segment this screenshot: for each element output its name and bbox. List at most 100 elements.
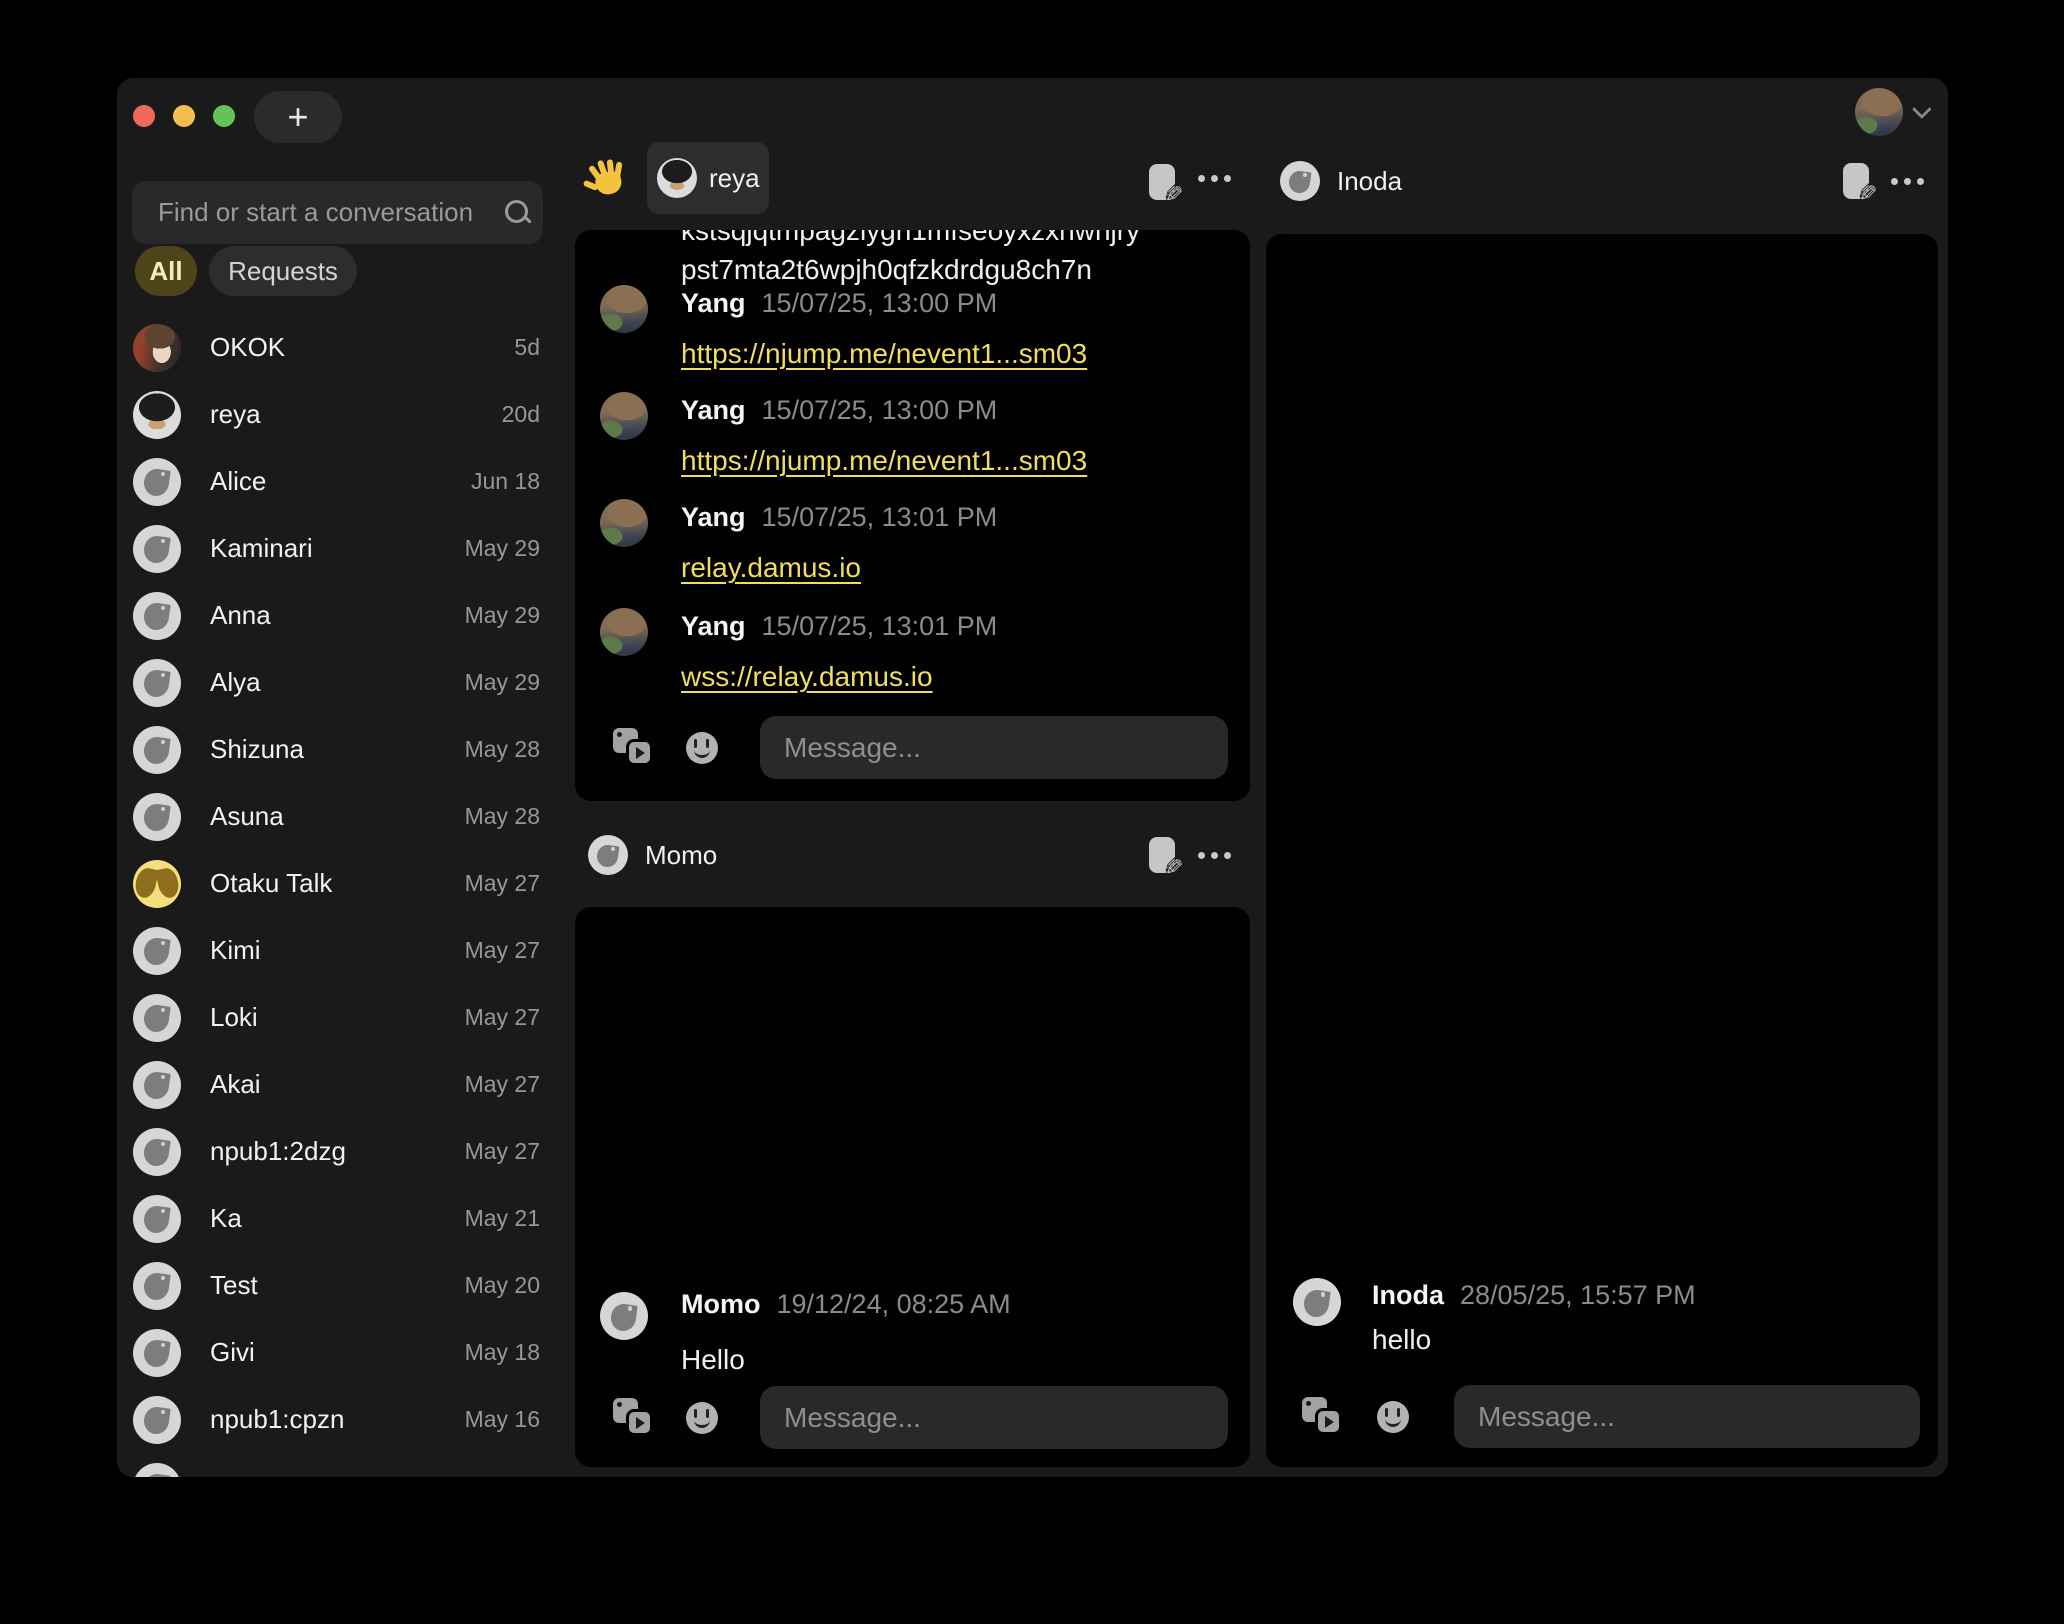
inoda-message-input[interactable] [1454, 1401, 1920, 1433]
reya-composer [575, 716, 1250, 779]
conversation-avatar [133, 927, 181, 975]
conversation-row[interactable]: Kimi May 27 [117, 917, 574, 984]
conversation-name: Shizuna [210, 734, 465, 765]
conversation-date: 5d [514, 334, 540, 361]
message-link[interactable]: wss://relay.damus.io [681, 661, 933, 692]
momo-more-icon[interactable] [1211, 852, 1218, 859]
conversation-row[interactable]: Alya May 29 [117, 649, 574, 716]
emoji-picker-icon[interactable] [1377, 1401, 1409, 1433]
message-author: Yang [681, 611, 746, 641]
message-group: Yang15/07/25, 13:00 PM https://njump.me/… [575, 287, 1250, 387]
conversation-row[interactable]: Ka May 21 [117, 1185, 574, 1252]
conversation-avatar [133, 458, 181, 506]
tab-reya[interactable]: reya [647, 142, 769, 214]
reya-tab-avatar [657, 158, 697, 198]
media-attach-icon[interactable] [613, 1398, 655, 1438]
conversation-avatar [133, 1128, 181, 1176]
message-timestamp: 15/07/25, 13:01 PM [762, 502, 998, 532]
message-timestamp: 15/07/25, 13:01 PM [762, 611, 998, 641]
conversation-avatar [133, 1396, 181, 1444]
conversation-date: May 27 [465, 937, 540, 964]
account-menu[interactable] [1855, 88, 1926, 136]
message-group: Yang 15/07/25, 13:00 PM https://njump.me/… [575, 394, 1250, 494]
message-timestamp: 19/12/24, 08:25 AM [776, 1289, 1010, 1319]
message-link[interactable]: https://njump.me/nevent1...sm03 [681, 338, 1087, 369]
conversation-date: May 27 [465, 1138, 540, 1165]
conversation-row[interactable]: Test May 20 [117, 1252, 574, 1319]
conversation-row[interactable]: Asuna May 28 [117, 783, 574, 850]
conversation-date: 20d [502, 401, 540, 428]
inoda-note-compose-icon[interactable] [1843, 163, 1869, 199]
message-avatar [600, 392, 648, 440]
conversation-row[interactable]: OKOK 5d [117, 314, 574, 381]
message-author: Yang [681, 395, 746, 425]
reya-note-compose-icon[interactable] [1149, 164, 1175, 200]
conversation-list: OKOK 5d reya 20d Alice Jun 18 Kaminari M… [117, 314, 574, 1477]
reya-more-icon[interactable] [1211, 175, 1218, 182]
message-link[interactable]: https://njump.me/nevent1...sm03 [681, 445, 1087, 476]
conversation-date: May 21 [465, 1205, 540, 1232]
chevron-down-icon [1912, 99, 1932, 119]
conversation-row[interactable]: reya 20d [117, 381, 574, 448]
search-input[interactable] [132, 197, 503, 228]
momo-message-area: Momo 19/12/24, 08:25 AM Hello [575, 907, 1250, 1467]
account-avatar [1855, 88, 1903, 136]
message-group: Yang 15/07/25, 13:01 PM wss://relay.damus… [575, 610, 1250, 710]
filter-tab-requests[interactable]: Requests [209, 246, 357, 296]
conversation-row[interactable] [117, 1453, 574, 1477]
conversation-row[interactable]: Akai May 27 [117, 1051, 574, 1118]
message-author: Momo [681, 1289, 760, 1319]
message-line: pst7mta2t6wpjh0qfzkdrdgu8ch7n [681, 253, 1092, 287]
reya-tab-label: reya [709, 163, 760, 194]
conversation-avatar [133, 659, 181, 707]
message-avatar [600, 499, 648, 547]
conversation-row[interactable]: Givi May 18 [117, 1319, 574, 1386]
conversation-date: May 29 [465, 535, 540, 562]
inoda-message-area: Inoda28/05/25, 15:57 PM hello [1266, 234, 1938, 1467]
conversation-avatar [133, 391, 181, 439]
conversation-row[interactable]: Alice Jun 18 [117, 448, 574, 515]
conversation-name: Kimi [210, 935, 465, 966]
conversation-name: npub1:cpzn [210, 1404, 465, 1435]
message-avatar [600, 1292, 648, 1340]
inoda-header: Inoda [1266, 145, 1938, 217]
filter-tab-all[interactable]: All [135, 246, 197, 296]
conversation-avatar [133, 994, 181, 1042]
media-attach-icon[interactable] [1302, 1397, 1344, 1437]
conversation-row[interactable]: Kaminari May 29 [117, 515, 574, 582]
conversation-row[interactable]: Shizuna May 28 [117, 716, 574, 783]
emoji-picker-icon[interactable] [686, 732, 718, 764]
search-icon [503, 198, 521, 228]
momo-message-input[interactable] [760, 1402, 1228, 1434]
conversation-date: May 18 [465, 1339, 540, 1366]
message-text: Hello [681, 1344, 745, 1376]
app-window: + All Requests OKOK 5d reya 20d Alice [117, 78, 1948, 1477]
conversation-row[interactable]: Loki May 27 [117, 984, 574, 1051]
message-timestamp: 15/07/25, 13:00 PM [762, 395, 998, 425]
conversation-row[interactable]: Otaku Talk May 27 [117, 850, 574, 917]
conversation-date: May 27 [465, 870, 540, 897]
conversation-date: May 27 [465, 1004, 540, 1031]
conversation-name: Test [210, 1270, 465, 1301]
conversation-date: May 20 [465, 1272, 540, 1299]
wave-hand-icon [588, 159, 631, 202]
message-link[interactable]: relay.damus.io [681, 552, 861, 583]
conversation-date: May 28 [465, 736, 540, 763]
conversation-avatar [133, 324, 181, 372]
reya-message-input[interactable] [760, 732, 1228, 764]
emoji-picker-icon[interactable] [686, 1402, 718, 1434]
conversation-name: Kaminari [210, 533, 465, 564]
conversation-row[interactable]: npub1:cpzn May 16 [117, 1386, 574, 1453]
inoda-more-icon[interactable] [1904, 178, 1911, 185]
conversation-name: Asuna [210, 801, 465, 832]
message-text: hello [1372, 1324, 1431, 1356]
conversation-name: Alice [210, 466, 471, 497]
conversation-name: reya [210, 399, 502, 430]
conversation-date: May 27 [465, 1071, 540, 1098]
conversation-avatar [133, 525, 181, 573]
message-avatar [600, 608, 648, 656]
conversation-row[interactable]: Anna May 29 [117, 582, 574, 649]
conversation-row[interactable]: npub1:2dzg May 27 [117, 1118, 574, 1185]
momo-note-compose-icon[interactable] [1149, 837, 1175, 873]
media-attach-icon[interactable] [613, 728, 655, 768]
